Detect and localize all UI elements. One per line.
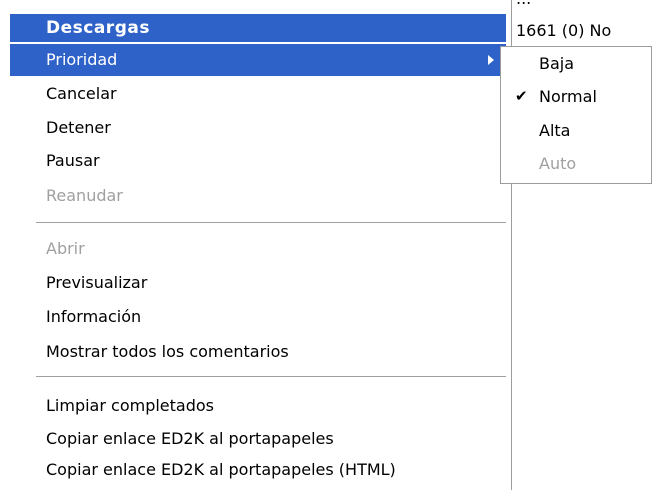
menu-item-copiar-enlace-ed2k-html[interactable]: Copiar enlace ED2K al portapapeles (HTML… [10, 454, 506, 486]
submenu-item-alta[interactable]: Alta [501, 114, 651, 147]
menu-title: Descargas [10, 14, 506, 42]
menu-item-label: Copiar enlace ED2K al portapapeles [46, 429, 334, 448]
list-row: 1661 (0) No [516, 21, 612, 40]
menu-item-cancelar[interactable]: Cancelar [10, 78, 506, 110]
submenu-item-label: Auto [539, 154, 577, 173]
menu-item-copiar-enlace-ed2k[interactable]: Copiar enlace ED2K al portapapeles [10, 423, 506, 455]
menu-item-label: Pausar [46, 151, 100, 170]
menu-item-abrir: Abrir [10, 233, 506, 265]
menu-item-label: Previsualizar [46, 273, 148, 292]
menu-item-pausar[interactable]: Pausar [10, 145, 506, 177]
submenu-item-auto: Auto [501, 147, 651, 180]
menu-item-informacion[interactable]: Información [10, 301, 506, 333]
menu-item-label: Copiar enlace ED2K al portapapeles (HTML… [46, 460, 396, 479]
submenu-item-label: Alta [539, 121, 571, 140]
menu-item-previsualizar[interactable]: Previsualizar [10, 267, 506, 299]
submenu-item-label: Baja [539, 54, 575, 73]
menu-item-label: Abrir [46, 239, 85, 258]
menu-item-label: Reanudar [46, 186, 123, 205]
list-row: ... [516, 0, 531, 14]
submenu-item-label: Normal [539, 87, 597, 106]
menu-item-label: Mostrar todos los comentarios [46, 342, 289, 361]
submenu-item-baja[interactable]: Baja [501, 47, 651, 80]
menu-separator [36, 376, 506, 378]
menu-item-label: Detener [46, 118, 111, 137]
menu-separator [36, 222, 506, 224]
submenu-arrow-icon [488, 55, 494, 65]
menu-item-prioridad[interactable]: Prioridad [10, 44, 506, 76]
checkmark-icon: ✔ [515, 87, 528, 105]
priority-submenu: Baja ✔ Normal Alta Auto [500, 46, 652, 184]
menu-item-reanudar: Reanudar [10, 180, 506, 212]
menu-item-detener[interactable]: Detener [10, 112, 506, 144]
submenu-item-normal[interactable]: ✔ Normal [501, 80, 651, 113]
menu-item-label: Cancelar [46, 84, 117, 103]
downloads-context-menu: Descargas Prioridad Cancelar Detener Pau… [0, 0, 512, 490]
menu-item-label: Información [46, 307, 142, 326]
menu-item-mostrar-comentarios[interactable]: Mostrar todos los comentarios [10, 336, 506, 368]
menu-item-label: Prioridad [46, 50, 118, 69]
menu-item-limpiar-completados[interactable]: Limpiar completados [10, 390, 506, 422]
menu-item-label: Limpiar completados [46, 396, 214, 415]
